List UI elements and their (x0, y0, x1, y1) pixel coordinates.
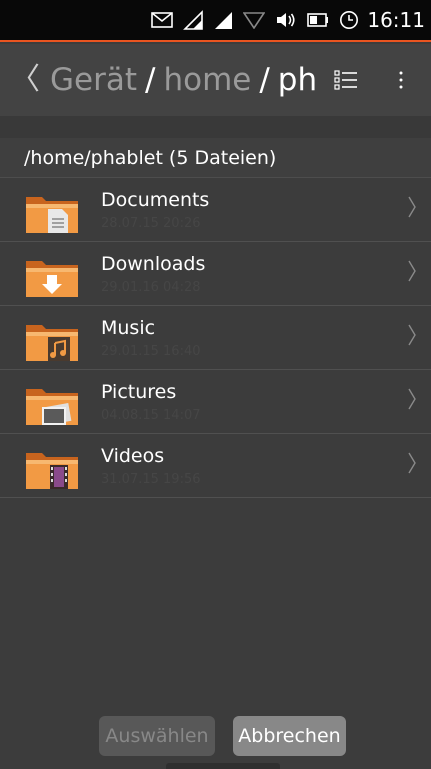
list-item-pictures[interactable]: Pictures 04.08.15 14:07 (0, 370, 431, 434)
item-name: Music (101, 317, 156, 339)
chevron-right-icon (408, 452, 416, 474)
list-item-music[interactable]: Music 29.01.15 16:40 (0, 306, 431, 370)
wifi-icon (243, 11, 266, 29)
item-date: 31.07.15 19:56 (101, 472, 201, 487)
header: 〈 Gerät / home / ph (0, 44, 431, 116)
path-breadcrumb[interactable]: Gerät / home / ph (50, 62, 320, 98)
signal-icon (183, 10, 204, 30)
overflow-menu-button[interactable] (398, 44, 404, 116)
item-date: 29.01.16 04:28 (101, 280, 201, 295)
item-date: 29.01.15 16:40 (101, 344, 201, 359)
clock-icon (339, 10, 359, 30)
breadcrumb-separator: / (259, 62, 270, 98)
select-button[interactable]: Auswählen (99, 716, 215, 756)
breadcrumb-home[interactable]: home (163, 62, 251, 98)
battery-icon (307, 12, 329, 28)
folder-title: /home/phablet (5 Dateien) (0, 138, 431, 178)
status-time: 16:11 (367, 8, 425, 32)
volume-icon (275, 11, 297, 29)
pictures-folder-icon (26, 389, 78, 425)
downloads-folder-icon (26, 261, 78, 297)
chevron-right-icon (408, 260, 416, 282)
list-view-icon (334, 70, 357, 90)
status-bar: 16:11 (0, 0, 431, 42)
breadcrumb-separator: / (145, 62, 156, 98)
item-name: Documents (101, 189, 210, 211)
item-name: Downloads (101, 253, 206, 275)
item-date: 04.08.15 14:07 (101, 408, 201, 423)
header-divider (0, 116, 431, 138)
file-list: Documents 28.07.15 20:26 Downloads 29.01… (0, 178, 431, 498)
videos-folder-icon (26, 453, 78, 489)
list-item-videos[interactable]: Videos 31.07.15 19:56 (0, 434, 431, 498)
item-date: 28.07.15 20:26 (101, 216, 201, 231)
more-vertical-icon (399, 71, 403, 89)
list-view-button[interactable] (334, 44, 358, 116)
message-icon (151, 12, 174, 28)
bottom-edge-handle[interactable] (166, 763, 280, 769)
breadcrumb-current[interactable]: ph (278, 62, 317, 98)
list-item-downloads[interactable]: Downloads 29.01.16 04:28 (0, 242, 431, 306)
breadcrumb-device[interactable]: Gerät (50, 62, 137, 98)
chevron-right-icon (408, 196, 416, 218)
item-name: Pictures (101, 381, 177, 403)
documents-folder-icon (26, 197, 78, 233)
list-item-documents[interactable]: Documents 28.07.15 20:26 (0, 178, 431, 242)
music-folder-icon (26, 325, 78, 361)
signal-full-icon (213, 10, 233, 30)
item-name: Videos (101, 445, 165, 467)
chevron-right-icon (408, 324, 416, 346)
back-button[interactable]: 〈 (0, 44, 50, 116)
chevron-right-icon (408, 388, 416, 410)
cancel-button[interactable]: Abbrechen (233, 716, 346, 756)
